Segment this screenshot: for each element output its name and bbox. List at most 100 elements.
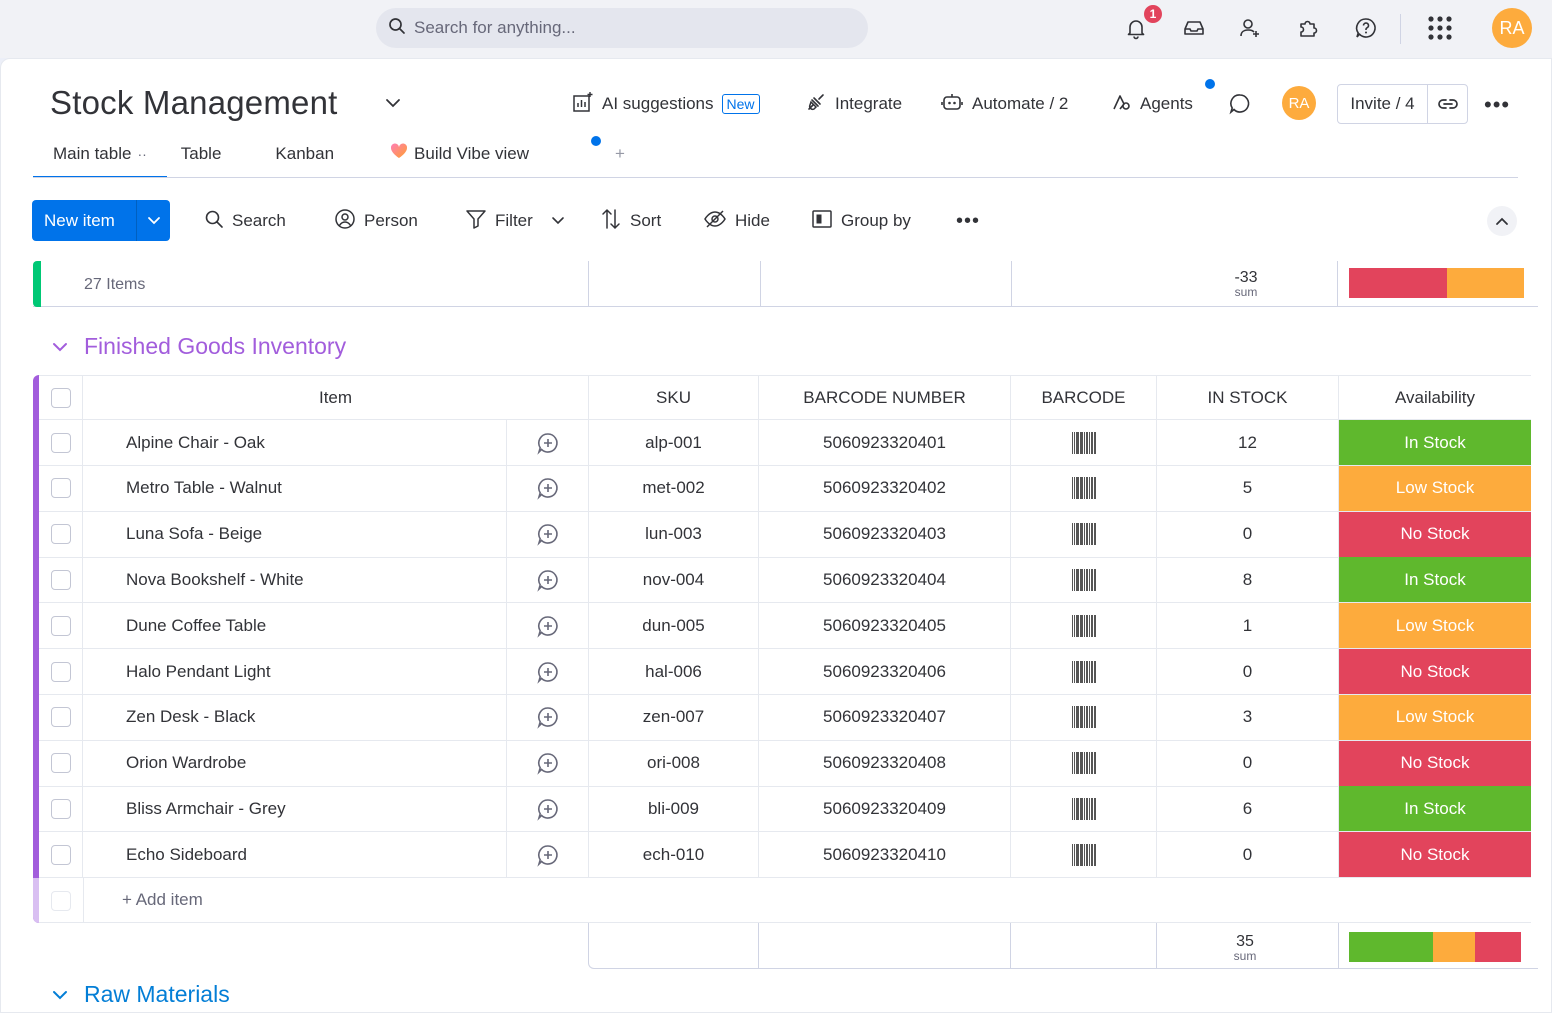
in-stock-cell[interactable]: 3 — [1157, 694, 1339, 740]
apps-puzzle-icon[interactable] — [1294, 14, 1322, 42]
copy-link-icon[interactable] — [1428, 97, 1467, 111]
column-header-barcode-number[interactable]: BARCODE NUMBER — [759, 376, 1011, 419]
add-item-row[interactable]: + Add item — [39, 878, 1531, 923]
availability-status[interactable]: Low Stock — [1339, 465, 1531, 511]
automate-button[interactable]: Automate / 2 — [940, 90, 1068, 118]
group-by-button[interactable]: Group by — [811, 207, 911, 235]
barcode-number-cell[interactable]: 5060923320409 — [759, 786, 1011, 832]
barcode-icon[interactable] — [1011, 694, 1157, 740]
barcode-icon[interactable] — [1011, 511, 1157, 557]
row-checkbox[interactable] — [39, 740, 83, 786]
in-stock-cell[interactable]: 0 — [1157, 740, 1339, 786]
item-name[interactable]: Echo Sideboard — [83, 832, 507, 878]
tab-more-icon[interactable]: ·· — [137, 140, 146, 168]
global-search[interactable] — [376, 8, 868, 48]
updates-chat-icon[interactable] — [1228, 90, 1252, 118]
column-header-item[interactable]: Item — [83, 376, 589, 419]
add-update-icon[interactable] — [507, 420, 589, 465]
table-row[interactable]: Bliss Armchair - Grey bli-009 506092332040… — [39, 786, 1531, 833]
hide-button[interactable]: Hide — [703, 207, 770, 235]
barcode-icon[interactable] — [1011, 649, 1157, 694]
barcode-number-cell[interactable]: 5060923320406 — [759, 649, 1011, 694]
tab-kanban[interactable]: Kanban — [261, 140, 374, 178]
collapse-toolbar-icon[interactable] — [1487, 206, 1517, 236]
table-row[interactable]: Metro Table - Walnut met-002 5060923320402… — [39, 465, 1531, 512]
add-update-icon[interactable] — [507, 465, 589, 511]
sku-cell[interactable]: hal-006 — [589, 649, 759, 694]
table-row[interactable]: Luna Sofa - Beige lun-003 5060923320403 0 No… — [39, 511, 1531, 558]
person-filter-button[interactable]: Person — [334, 207, 418, 235]
invite-member-icon[interactable] — [1236, 14, 1264, 42]
in-stock-cell[interactable]: 6 — [1157, 786, 1339, 832]
item-name[interactable]: Alpine Chair - Oak — [83, 420, 507, 465]
help-icon[interactable] — [1352, 14, 1380, 42]
in-stock-cell[interactable]: 5 — [1157, 465, 1339, 511]
search-button[interactable]: Search — [204, 207, 286, 235]
availability-status[interactable]: No Stock — [1339, 649, 1531, 694]
add-item-label[interactable]: + Add item — [122, 890, 203, 910]
table-row[interactable]: Halo Pendant Light hal-006 5060923320406 0 N… — [39, 649, 1531, 695]
item-name[interactable]: Orion Wardrobe — [83, 740, 507, 786]
barcode-number-cell[interactable]: 5060923320405 — [759, 603, 1011, 649]
barcode-number-cell[interactable]: 5060923320402 — [759, 465, 1011, 511]
table-row[interactable]: Nova Bookshelf - White nov-004 50609233204… — [39, 557, 1531, 604]
barcode-number-cell[interactable]: 5060923320403 — [759, 511, 1011, 557]
sku-cell[interactable]: ech-010 — [589, 832, 759, 878]
availability-summary-bar[interactable] — [1349, 268, 1524, 298]
row-checkbox[interactable] — [39, 511, 83, 557]
row-checkbox[interactable] — [39, 603, 83, 649]
add-update-icon[interactable] — [507, 832, 589, 878]
chevron-down-icon[interactable] — [551, 211, 565, 231]
barcode-number-cell[interactable]: 5060923320404 — [759, 557, 1011, 603]
sku-cell[interactable]: zen-007 — [589, 694, 759, 740]
select-all-checkbox[interactable] — [39, 376, 83, 419]
table-row[interactable]: Echo Sideboard ech-010 5060923320410 0 No St… — [39, 832, 1531, 879]
in-stock-cell[interactable]: 1 — [1157, 603, 1339, 649]
integrate-button[interactable]: Integrate — [805, 90, 902, 118]
group-collapse-icon[interactable] — [51, 340, 69, 359]
inbox-icon[interactable] — [1180, 14, 1208, 42]
filter-button[interactable]: Filter — [465, 207, 565, 235]
barcode-number-cell[interactable]: 5060923320408 — [759, 740, 1011, 786]
column-header-in-stock[interactable]: IN STOCK — [1157, 376, 1339, 419]
table-row[interactable]: Zen Desk - Black zen-007 5060923320407 3 Low… — [39, 694, 1531, 741]
availability-summary-bar[interactable] — [1349, 932, 1521, 962]
row-checkbox[interactable] — [39, 786, 83, 832]
sku-cell[interactable]: nov-004 — [589, 557, 759, 603]
availability-status[interactable]: In Stock — [1339, 786, 1531, 832]
barcode-icon[interactable] — [1011, 420, 1157, 465]
in-stock-cell[interactable]: 0 — [1157, 649, 1339, 694]
sku-cell[interactable]: met-002 — [589, 465, 759, 511]
column-header-sku[interactable]: SKU — [589, 376, 759, 419]
ai-suggestions-button[interactable]: AI suggestions New — [572, 90, 760, 118]
row-checkbox[interactable] — [39, 694, 83, 740]
column-header-availability[interactable]: Availability — [1339, 376, 1531, 419]
in-stock-cell[interactable]: 12 — [1157, 420, 1339, 465]
add-view-icon[interactable]: + — [615, 144, 625, 164]
app-grid-icon[interactable] — [1426, 14, 1454, 42]
add-update-icon[interactable] — [507, 694, 589, 740]
in-stock-cell[interactable]: 8 — [1157, 557, 1339, 603]
group-title[interactable]: Finished Goods Inventory — [84, 333, 346, 360]
group-title[interactable]: Raw Materials — [84, 981, 230, 1008]
sort-button[interactable]: Sort — [600, 207, 661, 235]
barcode-icon[interactable] — [1011, 603, 1157, 649]
group-collapse-icon[interactable] — [51, 988, 69, 1007]
global-search-input[interactable] — [414, 18, 834, 38]
column-header-barcode[interactable]: BARCODE — [1011, 376, 1157, 419]
page-title[interactable]: Stock Management — [50, 84, 338, 122]
add-update-icon[interactable] — [507, 603, 589, 649]
new-item-button[interactable]: New item — [32, 200, 170, 241]
invite-button[interactable]: Invite / 4 — [1338, 85, 1428, 123]
barcode-number-cell[interactable]: 5060923320410 — [759, 832, 1011, 878]
sku-cell[interactable]: dun-005 — [589, 603, 759, 649]
row-checkbox[interactable] — [39, 420, 83, 465]
item-name[interactable]: Zen Desk - Black — [83, 694, 507, 740]
item-name[interactable]: Nova Bookshelf - White — [83, 557, 507, 603]
board-owner-avatar[interactable]: RA — [1282, 86, 1316, 120]
chevron-down-icon[interactable] — [137, 216, 170, 226]
availability-status[interactable]: In Stock — [1339, 420, 1531, 465]
sku-cell[interactable]: bli-009 — [589, 786, 759, 832]
tab-table[interactable]: Table — [167, 140, 262, 178]
add-update-icon[interactable] — [507, 786, 589, 832]
